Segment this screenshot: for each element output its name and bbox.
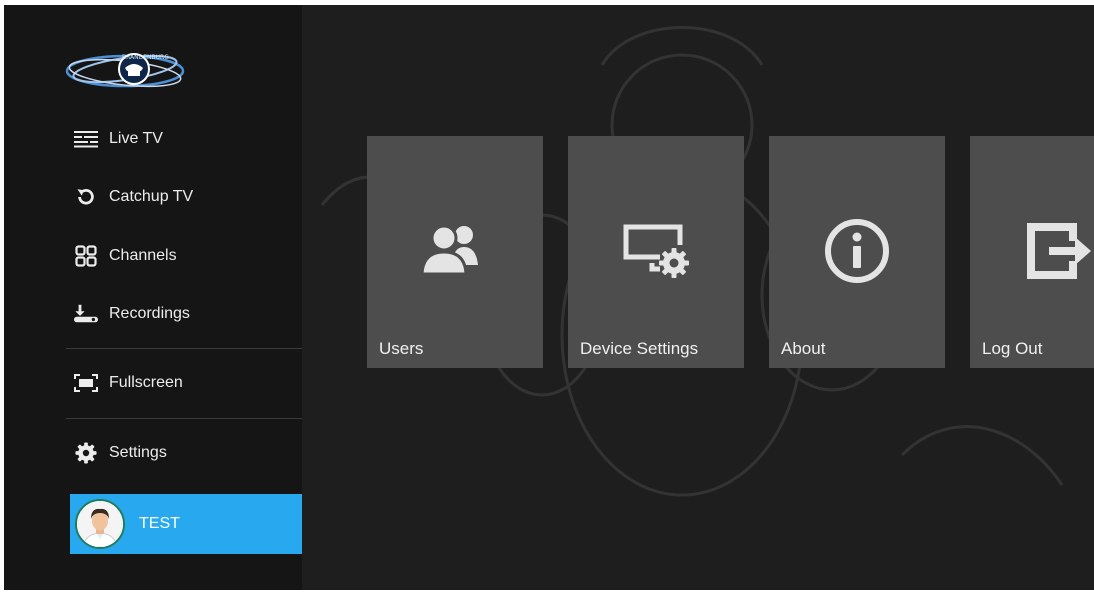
tile-label: Device Settings — [580, 339, 699, 358]
tile-users[interactable]: Users — [367, 136, 543, 368]
sidebar-item-catchup-tv[interactable]: Catchup TV — [70, 177, 302, 217]
sidebar-item-channels[interactable]: Channels — [70, 236, 302, 276]
tile-label: Log Out — [982, 339, 1043, 358]
user-name: TEST — [139, 515, 180, 532]
fullscreen-icon — [74, 371, 98, 395]
live-tv-icon — [74, 127, 98, 151]
sidebar-item-fullscreen[interactable]: Fullscreen — [70, 363, 302, 403]
sidebar-item-label: Channels — [109, 247, 177, 264]
sidebar: BRANDENBURG Live TV Catchup TV Channels … — [4, 5, 302, 590]
sidebar-item-label: Fullscreen — [109, 374, 183, 391]
logout-icon — [970, 216, 1094, 286]
sidebar-item-label: Settings — [109, 444, 167, 461]
avatar — [75, 499, 125, 549]
sidebar-divider — [66, 348, 302, 349]
channels-grid-icon — [74, 244, 98, 268]
sidebar-item-label: Live TV — [109, 130, 163, 147]
brand-logo: BRANDENBURG — [65, 53, 185, 88]
recordings-icon — [74, 302, 98, 326]
users-icon — [367, 216, 543, 286]
sidebar-item-label: Catchup TV — [109, 188, 194, 205]
gear-icon — [74, 441, 98, 465]
tile-label: Users — [379, 339, 424, 358]
sidebar-item-recordings[interactable]: Recordings — [70, 294, 302, 334]
sidebar-item-label: Recordings — [109, 305, 190, 322]
device-settings-icon — [568, 216, 744, 286]
logo-wordmark: BRANDENBURG — [122, 54, 169, 61]
sidebar-divider — [66, 418, 302, 419]
tile-log-out[interactable]: Log Out — [970, 136, 1094, 368]
tile-about[interactable]: About — [769, 136, 945, 368]
sidebar-item-live-tv[interactable]: Live TV — [70, 119, 302, 159]
sidebar-item-user[interactable]: TEST — [70, 494, 302, 554]
sidebar-item-settings[interactable]: Settings — [70, 433, 302, 473]
tile-device-settings[interactable]: Device Settings — [568, 136, 744, 368]
catchup-icon — [74, 185, 98, 209]
tile-label: About — [781, 339, 826, 358]
info-icon — [769, 216, 945, 286]
app-screen: BRANDENBURG Live TV Catchup TV Channels … — [4, 5, 1094, 590]
